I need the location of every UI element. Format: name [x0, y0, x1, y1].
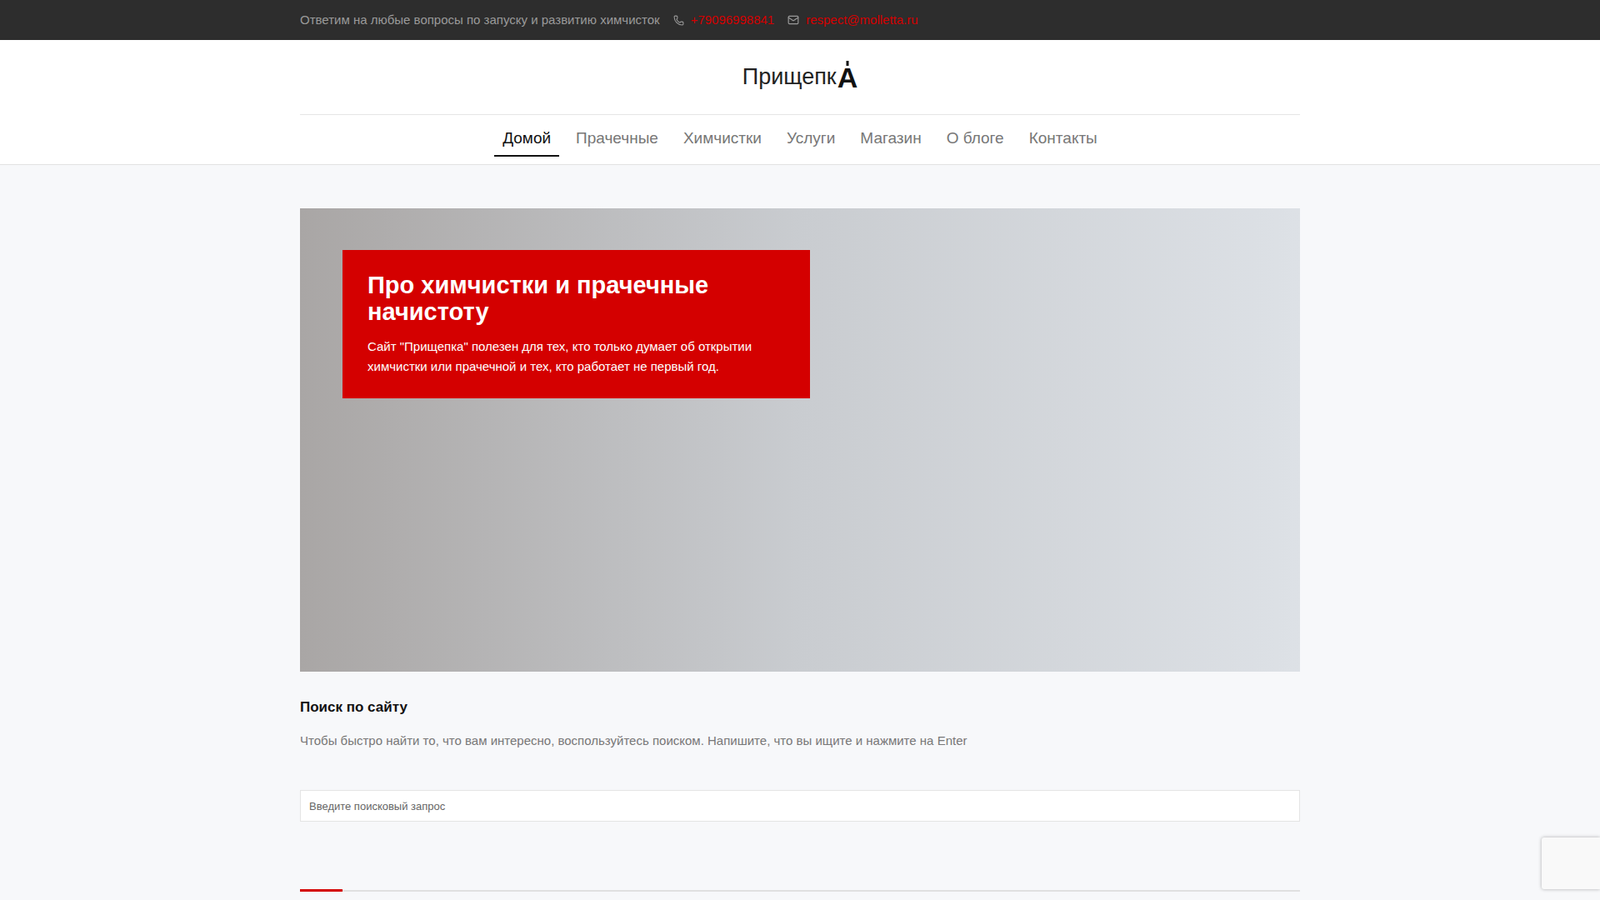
nav-item[interactable]: Прачечные — [567, 123, 667, 157]
logo[interactable]: ПрищепкА — [300, 40, 1300, 115]
header: ПрищепкАДомойПрачечныеХимчисткиУслугиМаг… — [0, 40, 1600, 165]
search-input[interactable] — [300, 790, 1300, 822]
nav-item[interactable]: Домой — [494, 123, 560, 157]
nav-item[interactable]: Контакты — [1020, 123, 1106, 157]
nav-item[interactable]: Услуги — [778, 123, 844, 157]
search-title: Поиск по сайту — [300, 696, 1300, 719]
section-divider — [300, 890, 1300, 892]
recaptcha-badge[interactable] — [1541, 837, 1600, 890]
phone-icon — [673, 15, 685, 26]
top-bar: Ответим на любые вопросы по запуску и ра… — [0, 0, 1600, 40]
nav-item[interactable]: Химчистки — [675, 123, 770, 157]
logo-mark: А — [837, 63, 859, 92]
search-description: Чтобы быстро найти то, что вам интересно… — [300, 731, 1300, 751]
page: Ответим на любые вопросы по запуску и ра… — [0, 0, 1600, 900]
nav-item[interactable]: О блоге — [938, 123, 1013, 157]
nav-item[interactable]: Магазин — [851, 123, 930, 157]
hero-text: Сайт "Прищепка" полезен для тех, кто тол… — [367, 336, 785, 377]
top-bar-text: Ответим на любые вопросы по запуску и ра… — [300, 10, 660, 30]
phone-link[interactable]: +79096998841 — [690, 10, 775, 30]
hero-card: Про химчистки и прачечные начистоту Сайт … — [342, 250, 810, 399]
hero: Про химчистки и прачечные начистоту Сайт … — [300, 208, 1300, 672]
main-nav: ДомойПрачечныеХимчисткиУслугиМагазинО бл… — [300, 115, 1300, 165]
mail-icon — [787, 14, 800, 26]
email-link[interactable]: respect@molletta.ru — [805, 10, 918, 30]
hero-title: Про химчистки и прачечные начистоту — [367, 271, 785, 325]
